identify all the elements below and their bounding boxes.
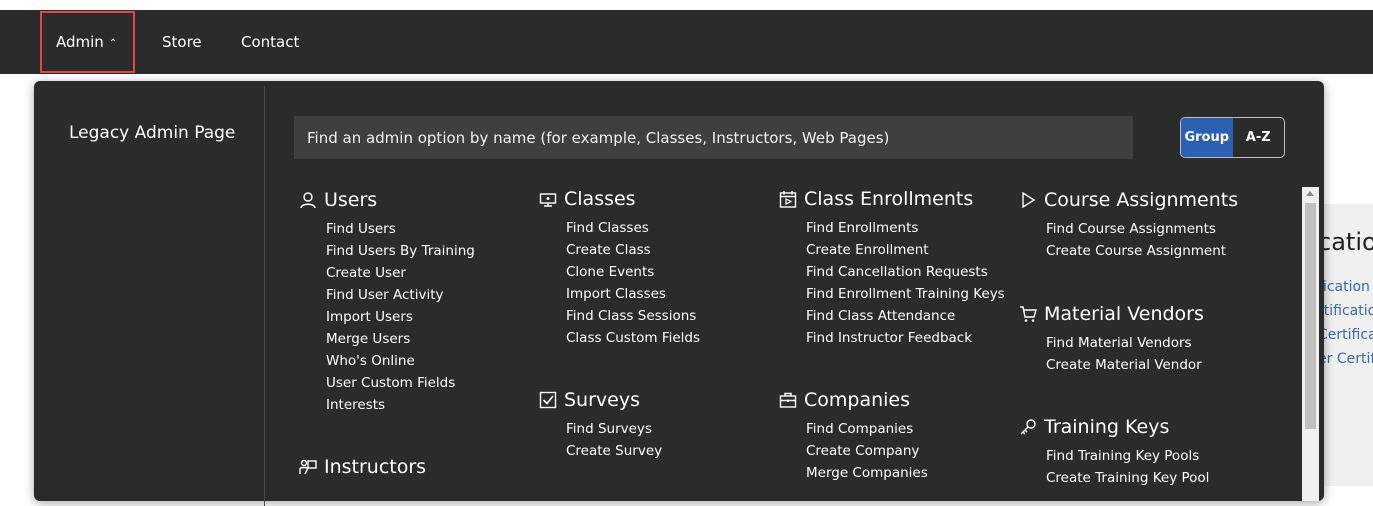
group-title: Users (299, 188, 475, 212)
key-icon (1020, 419, 1036, 435)
menu-scrollbar[interactable] (1302, 187, 1319, 501)
scrollbar-thumb[interactable] (1305, 203, 1316, 429)
menu-link[interactable]: Find Enrollments (806, 217, 1005, 239)
group-instructors: Instructors (299, 455, 426, 479)
menu-link[interactable]: Find Course Assignments (1046, 218, 1238, 240)
menu-link[interactable]: Find Material Vendors (1046, 332, 1204, 354)
menu-link[interactable]: Create Course Assignment (1046, 240, 1238, 262)
cart-icon (1020, 306, 1037, 322)
menu-link[interactable]: Interests (326, 394, 475, 416)
menu-link[interactable]: Find Training Key Pools (1046, 445, 1209, 467)
menu-link[interactable]: Find Instructor Feedback (806, 327, 1005, 349)
background-link[interactable]: rtification (1318, 303, 1373, 319)
menu-link[interactable]: Merge Companies (806, 462, 928, 484)
menu-link[interactable]: Find Class Sessions (566, 305, 700, 327)
background-page-title: catio (1318, 228, 1373, 256)
group-classes: Classes Find Classes Create Class Clone … (539, 187, 700, 349)
admin-dropdown-menu: Legacy Admin Page Group A-Z Users Find U… (34, 81, 1324, 506)
instructor-icon (299, 459, 317, 475)
admin-options-area: Users Find Users Find Users By Training … (34, 81, 1324, 501)
group-title: Companies (779, 388, 928, 412)
group-title: Instructors (299, 455, 426, 479)
classroom-icon (539, 193, 557, 207)
group-title: Classes (539, 187, 700, 211)
menu-link[interactable]: Create User (326, 262, 475, 284)
group-material-vendors: Material Vendors Find Material Vendors C… (1019, 302, 1204, 376)
menu-link[interactable]: Find Class Attendance (806, 305, 1005, 327)
menu-link[interactable]: Find Cancellation Requests (806, 261, 1005, 283)
group-title: Course Assignments (1019, 188, 1238, 212)
group-title: Training Keys (1019, 415, 1209, 439)
group-title: Surveys (539, 388, 662, 412)
menu-link[interactable]: Merge Users (326, 328, 475, 350)
menu-link[interactable]: Create Material Vendor (1046, 354, 1204, 376)
chevron-up-icon: ⌃ (108, 38, 118, 49)
user-icon (300, 192, 316, 209)
menu-link[interactable]: User Custom Fields (326, 372, 475, 394)
group-companies: Companies Find Companies Create Company … (779, 388, 928, 484)
menu-link[interactable]: Create Enrollment (806, 239, 1005, 261)
menu-link[interactable]: Clone Events (566, 261, 700, 283)
nav-admin-label: Admin (56, 33, 104, 51)
group-course-assignments: Course Assignments Find Course Assignmen… (1019, 188, 1238, 262)
menu-link[interactable]: Create Company (806, 440, 928, 462)
group-users: Users Find Users Find Users By Training … (299, 188, 475, 416)
background-link[interactable]: er Certif (1318, 351, 1373, 367)
menu-link[interactable]: Find Companies (806, 418, 928, 440)
menu-link[interactable]: Class Custom Fields (566, 327, 700, 349)
nav-contact-link[interactable]: Contact (241, 10, 299, 74)
checkbox-icon (539, 391, 557, 409)
top-navigation-bar: Admin ⌃ Store Contact (0, 10, 1373, 74)
menu-link[interactable]: Import Classes (566, 283, 700, 305)
menu-link[interactable]: Find Surveys (566, 418, 662, 440)
menu-link[interactable]: Find Users (326, 218, 475, 240)
menu-link[interactable]: Who's Online (326, 350, 475, 372)
scroll-up-arrow-icon[interactable] (1306, 191, 1314, 196)
background-link[interactable]: Certifica (1318, 327, 1373, 343)
menu-link[interactable]: Find Classes (566, 217, 700, 239)
nav-admin-menu[interactable]: Admin ⌃ (40, 11, 135, 73)
briefcase-icon (779, 392, 797, 408)
group-class-enrollments: Class Enrollments Find Enrollments Creat… (779, 187, 1005, 349)
group-surveys: Surveys Find Surveys Create Survey (539, 388, 662, 462)
menu-link[interactable]: Create Class (566, 239, 700, 261)
group-title: Class Enrollments (779, 187, 1005, 211)
group-title: Material Vendors (1019, 302, 1204, 326)
play-icon (1022, 191, 1036, 209)
menu-link[interactable]: Find Enrollment Training Keys (806, 283, 1005, 305)
menu-link[interactable]: Create Survey (566, 440, 662, 462)
nav-store-link[interactable]: Store (162, 10, 202, 74)
menu-link[interactable]: Find User Activity (326, 284, 475, 306)
calendar-icon (779, 191, 797, 208)
menu-link[interactable]: Find Users By Training (326, 240, 475, 262)
background-link[interactable]: fication (1318, 279, 1370, 295)
menu-link[interactable]: Import Users (326, 306, 475, 328)
group-training-keys: Training Keys Find Training Key Pools Cr… (1019, 415, 1209, 489)
